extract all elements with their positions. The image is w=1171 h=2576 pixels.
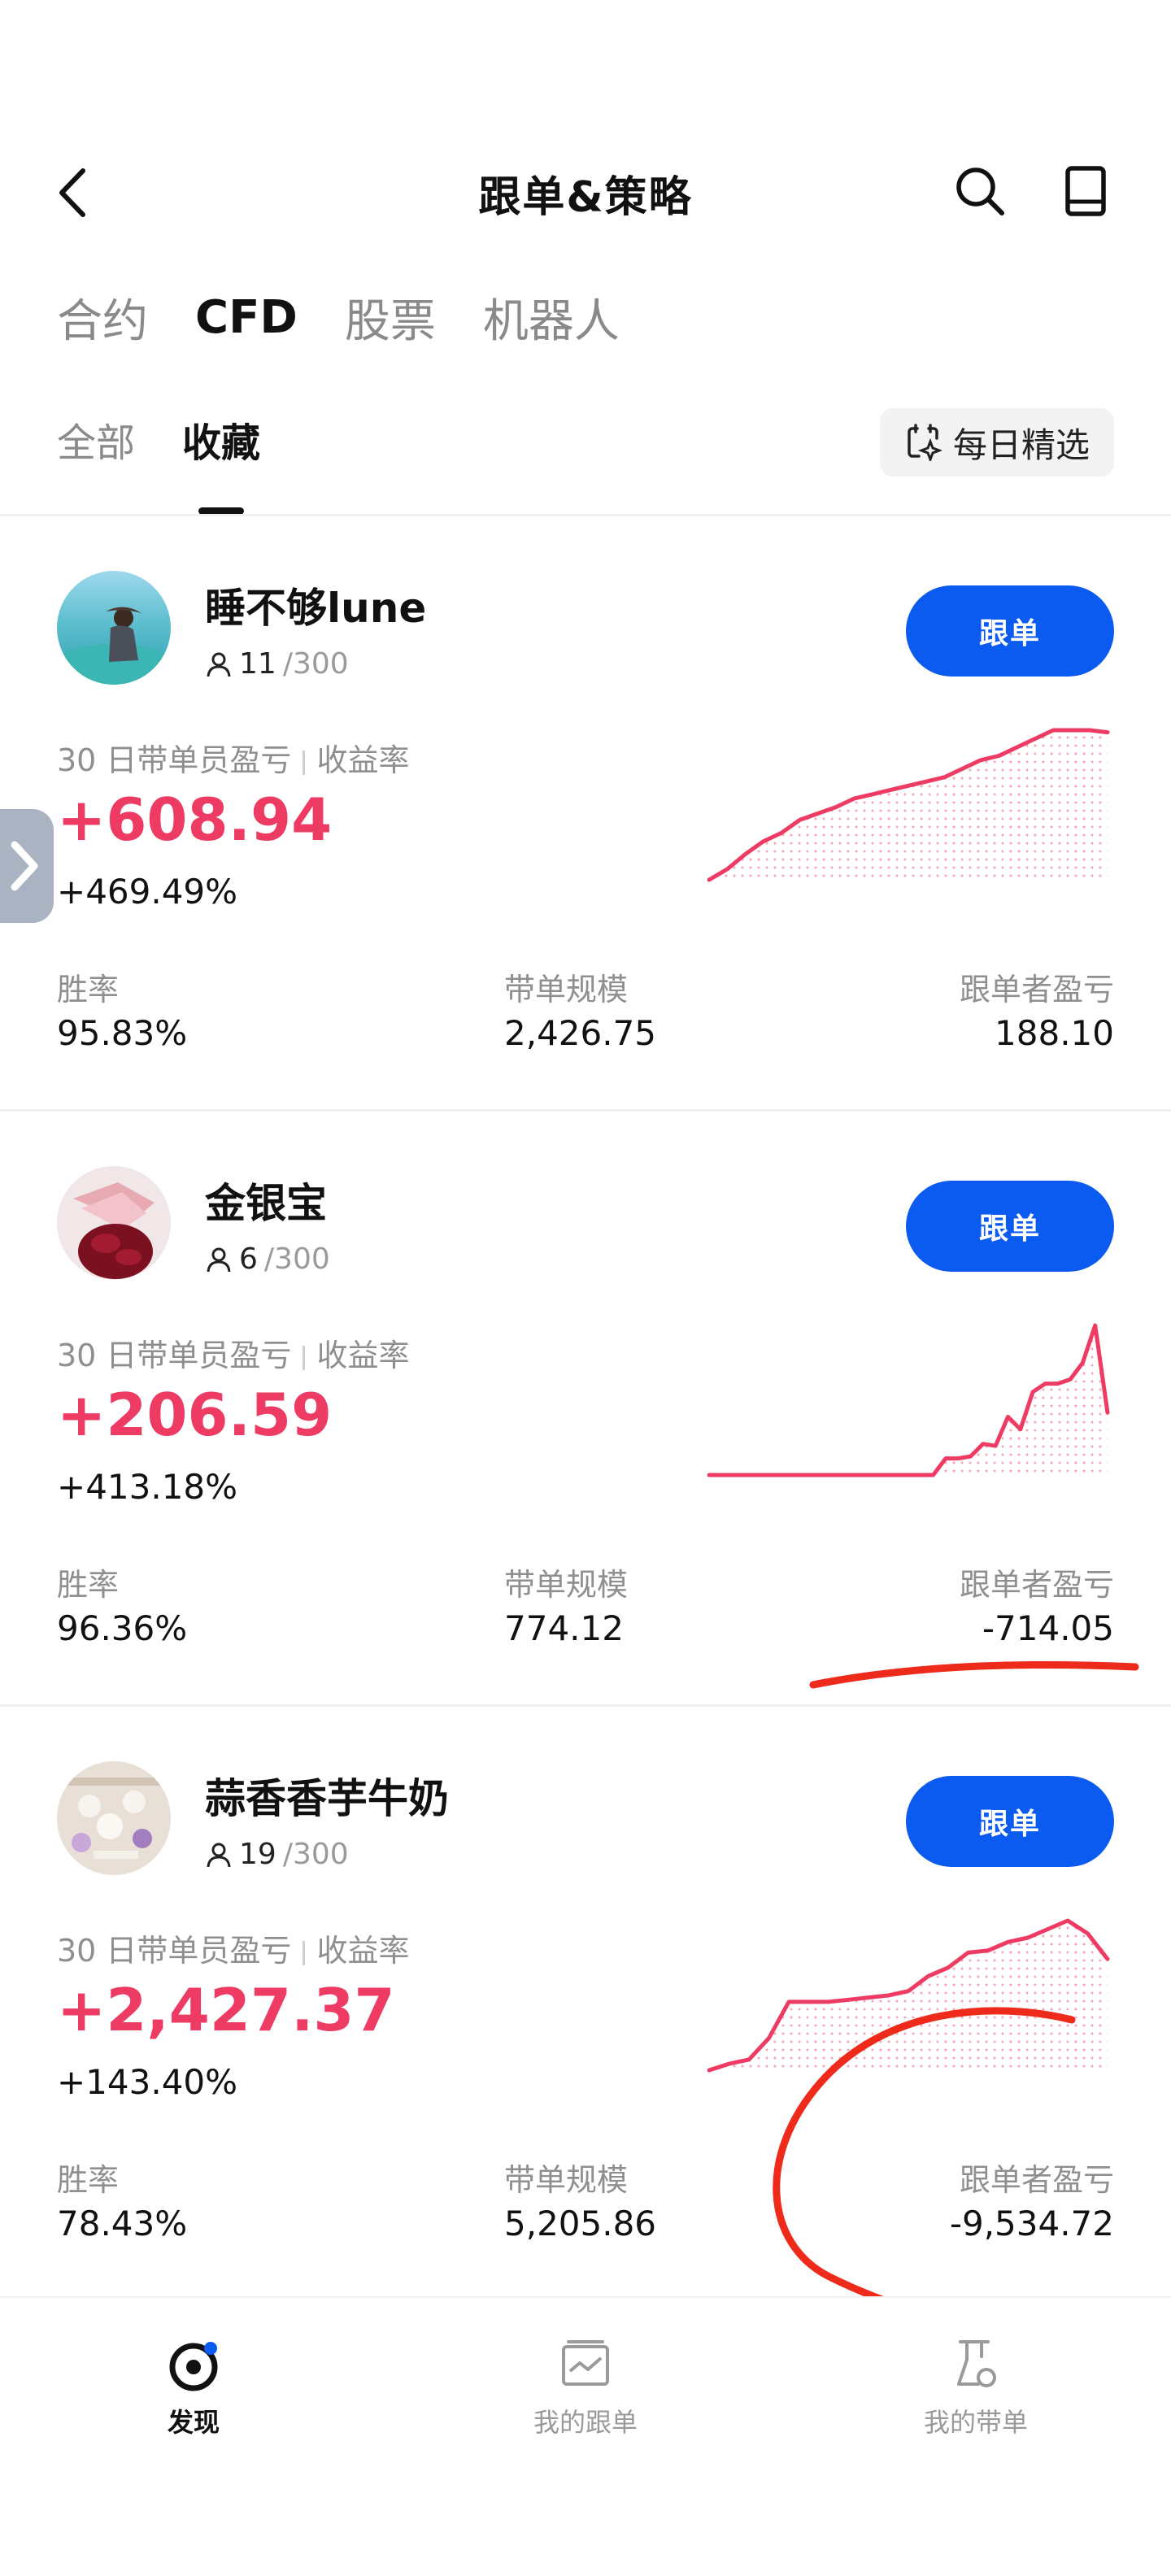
leader-pnl: +206.59 — [57, 1381, 333, 1449]
metric-label: 30 日带单员盈亏 收益率 — [57, 735, 409, 780]
follower-pnl-value: 188.10 — [995, 1013, 1114, 1053]
person-icon — [207, 1843, 231, 1867]
nav-my-lead-trades[interactable]: 我的带单 — [878, 2335, 1073, 2439]
scale-value: 2,426.75 — [504, 1013, 657, 1053]
win-rate-label: 胜率 — [57, 972, 120, 1007]
scale-value: 5,205.86 — [504, 2204, 657, 2243]
avatar — [57, 571, 171, 685]
nav-label: 发现 — [167, 2407, 220, 2438]
return-rate: +413.18% — [57, 1467, 238, 1507]
follower-current: 6 — [239, 1242, 258, 1276]
metric-label-pnl: 30 日带单员盈亏 — [57, 1338, 292, 1373]
follow-button[interactable]: 跟单 — [906, 585, 1114, 677]
metric-label: 30 日带单员盈亏 收益率 — [57, 1330, 409, 1375]
pnl-sparkline — [707, 1918, 1110, 2073]
avatar-image — [57, 607, 171, 685]
follower-count: 11/300 — [205, 647, 349, 681]
follower-capacity: /300 — [263, 1242, 330, 1276]
metric-label-rate: 收益率 — [316, 1933, 410, 1969]
follower-pnl-value: -714.05 — [982, 1608, 1114, 1648]
return-rate: +143.40% — [57, 2062, 238, 2102]
follower-current: 11 — [239, 647, 276, 681]
person-icon — [207, 652, 231, 677]
side-drawer-handle[interactable] — [0, 809, 54, 923]
follower-pnl-label: 跟单者盈亏 — [959, 972, 1114, 1007]
flask-icon — [957, 2340, 996, 2387]
discover-icon — [169, 2342, 218, 2391]
follower-count: 19/300 — [205, 1838, 349, 1871]
avatar-image — [57, 1166, 171, 1280]
subtab-all[interactable]: 全部 — [57, 411, 135, 468]
metric-label-rate: 收益率 — [316, 1338, 410, 1373]
daily-pick-label: 每日精选 — [952, 424, 1090, 465]
nav-my-copy-trades[interactable]: 我的跟单 — [488, 2335, 683, 2439]
follower-pnl-label: 跟单者盈亏 — [959, 2162, 1114, 2198]
nav-label: 我的跟单 — [533, 2407, 638, 2438]
divider — [0, 1109, 1171, 1112]
follower-count: 6/300 — [205, 1242, 330, 1276]
daily-pick-button[interactable]: 每日精选 — [880, 408, 1114, 476]
subtab-favorites[interactable]: 收藏 — [182, 411, 260, 515]
win-rate-value: 96.36% — [57, 1608, 188, 1648]
sparkline-area — [709, 730, 1108, 880]
scale-label: 带单规模 — [504, 2162, 629, 2198]
trader-name: 睡不够lune — [205, 585, 427, 632]
trader-card[interactable]: 蒜香香芋牛奶 19/300 跟单 30 日带单员盈亏 收益率 +2,427.37 … — [0, 1708, 1171, 2300]
avatar-image — [57, 1761, 171, 1875]
tab-robot[interactable]: 机器人 — [483, 285, 620, 350]
sparkle-calendar-icon — [908, 424, 942, 461]
filter-tabs: 全部 收藏 — [57, 411, 260, 515]
follow-button[interactable]: 跟单 — [906, 1776, 1114, 1867]
pnl-sparkline — [707, 1323, 1110, 1477]
trader-card[interactable]: 睡不够lune 11/300 跟单 30 日带单员盈亏 收益率 +608.94 +… — [0, 517, 1171, 1109]
person-icon — [207, 1247, 231, 1272]
follow-button[interactable]: 跟单 — [906, 1181, 1114, 1272]
follower-capacity: /300 — [282, 1838, 349, 1871]
follower-pnl-value: -9,534.72 — [949, 2204, 1114, 2243]
avatar — [57, 1761, 171, 1875]
trader-name: 蒜香香芋牛奶 — [205, 1775, 449, 1822]
bottom-nav: 发现 我的跟单 我的带单 — [0, 2298, 1171, 2576]
category-tabs: 合约 CFD 股票 机器人 — [57, 285, 620, 350]
divider — [0, 514, 1171, 516]
scale-label: 带单规模 — [504, 972, 629, 1007]
win-rate-label: 胜率 — [57, 2162, 120, 2198]
scale-value: 774.12 — [504, 1608, 624, 1648]
win-rate-label: 胜率 — [57, 1567, 120, 1603]
nav-discover[interactable]: 发现 — [96, 2335, 291, 2439]
trader-name: 金银宝 — [205, 1180, 327, 1227]
trader-card[interactable]: 金银宝 6/300 跟单 30 日带单员盈亏 收益率 +206.59 +413.1… — [0, 1112, 1171, 1704]
follower-current: 19 — [239, 1838, 276, 1871]
sparkline-area — [709, 1921, 1108, 2070]
sparkline-area — [709, 1325, 1108, 1475]
avatar — [57, 1166, 171, 1280]
scale-label: 带单规模 — [504, 1567, 629, 1603]
book-icon[interactable] — [1057, 163, 1114, 220]
metric-label-rate: 收益率 — [316, 742, 410, 778]
search-icon[interactable] — [951, 163, 1008, 220]
pnl-sparkline — [707, 728, 1110, 882]
tab-stocks[interactable]: 股票 — [345, 285, 436, 350]
metric-label-pnl: 30 日带单员盈亏 — [57, 1933, 292, 1969]
chevron-right-icon — [11, 841, 38, 891]
metric-label: 30 日带单员盈亏 收益率 — [57, 1925, 409, 1970]
return-rate: +469.49% — [57, 872, 238, 912]
follower-capacity: /300 — [282, 647, 349, 681]
tab-cfd[interactable]: CFD — [195, 291, 298, 344]
win-rate-value: 78.43% — [57, 2204, 188, 2243]
tab-contract[interactable]: 合约 — [57, 285, 148, 350]
win-rate-value: 95.83% — [57, 1013, 188, 1053]
metric-label-pnl: 30 日带单员盈亏 — [57, 742, 292, 778]
leader-pnl: +608.94 — [57, 785, 333, 854]
header-bar: 跟单&策略 — [0, 138, 1171, 244]
chart-board-icon — [562, 2340, 609, 2386]
follower-pnl-label: 跟单者盈亏 — [959, 1567, 1114, 1603]
nav-label: 我的带单 — [923, 2407, 1028, 2438]
divider — [0, 1704, 1171, 1707]
leader-pnl: +2,427.37 — [57, 1976, 395, 2044]
